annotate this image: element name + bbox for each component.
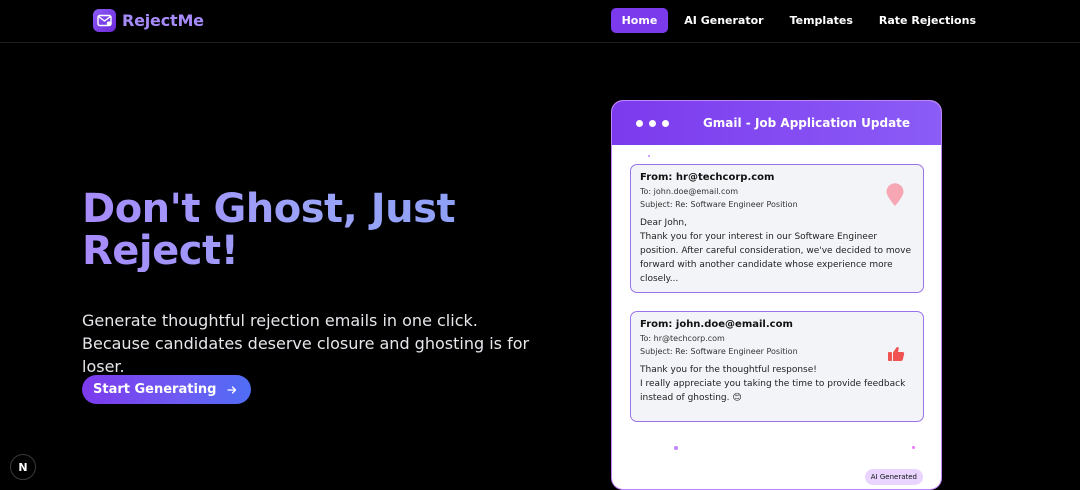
brand[interactable]: RejectMe bbox=[93, 9, 204, 32]
nav-home[interactable]: Home bbox=[610, 8, 669, 33]
start-generating-label: Start Generating bbox=[93, 382, 217, 397]
email-to: To: john.doe@email.com bbox=[640, 187, 739, 196]
email-from: From: hr@techcorp.com bbox=[640, 172, 775, 183]
sparkle-dot bbox=[648, 155, 650, 157]
email-body: Thank you for the thoughtful response! I… bbox=[640, 365, 906, 403]
nav-ai-generator[interactable]: AI Generator bbox=[674, 8, 773, 33]
window-title: Gmail - Job Application Update bbox=[702, 116, 911, 130]
sparkle-dot bbox=[674, 446, 678, 450]
hero-subtitle: Generate thoughtful rejection emails in … bbox=[82, 311, 530, 376]
nav-templates[interactable]: Templates bbox=[780, 8, 863, 33]
ai-generated-badge: AI Generated bbox=[864, 469, 923, 485]
sparkle-dot bbox=[912, 446, 915, 449]
navbar: RejectMe Home AI Generator Templates Rat… bbox=[0, 0, 1080, 43]
thumbs-up-icon bbox=[887, 346, 905, 366]
start-generating-button[interactable]: Start Generating bbox=[82, 375, 252, 404]
email-to: To: hr@techcorp.com bbox=[640, 334, 725, 343]
email-subject: Subject: Re: Software Engineer Position bbox=[640, 200, 798, 209]
nav-rate-rejections[interactable]: Rate Rejections bbox=[869, 8, 986, 33]
mail-icon bbox=[93, 9, 116, 32]
hero-title: Don't Ghost, Just Reject! bbox=[82, 188, 502, 272]
email-card-rejection[interactable]: From: hr@techcorp.com To: john.doe@email… bbox=[630, 164, 924, 293]
window-header: Gmail - Job Application Update bbox=[612, 101, 941, 145]
nav-links: Home AI Generator Templates Rate Rejecti… bbox=[610, 8, 986, 33]
arrow-right-icon bbox=[227, 385, 237, 395]
email-preview-window: Gmail - Job Application Update From: hr@… bbox=[611, 100, 942, 490]
email-card-reply[interactable]: From: john.doe@email.com To: hr@techcorp… bbox=[630, 311, 924, 422]
email-body: Dear John, Thank you for your interest i… bbox=[640, 218, 912, 284]
brand-name: RejectMe bbox=[122, 11, 204, 30]
dev-indicator-button[interactable]: N bbox=[10, 454, 36, 480]
email-from: From: john.doe@email.com bbox=[640, 319, 793, 330]
email-subject: Subject: Re: Software Engineer Position bbox=[640, 347, 798, 356]
map-pin-icon bbox=[885, 183, 905, 211]
